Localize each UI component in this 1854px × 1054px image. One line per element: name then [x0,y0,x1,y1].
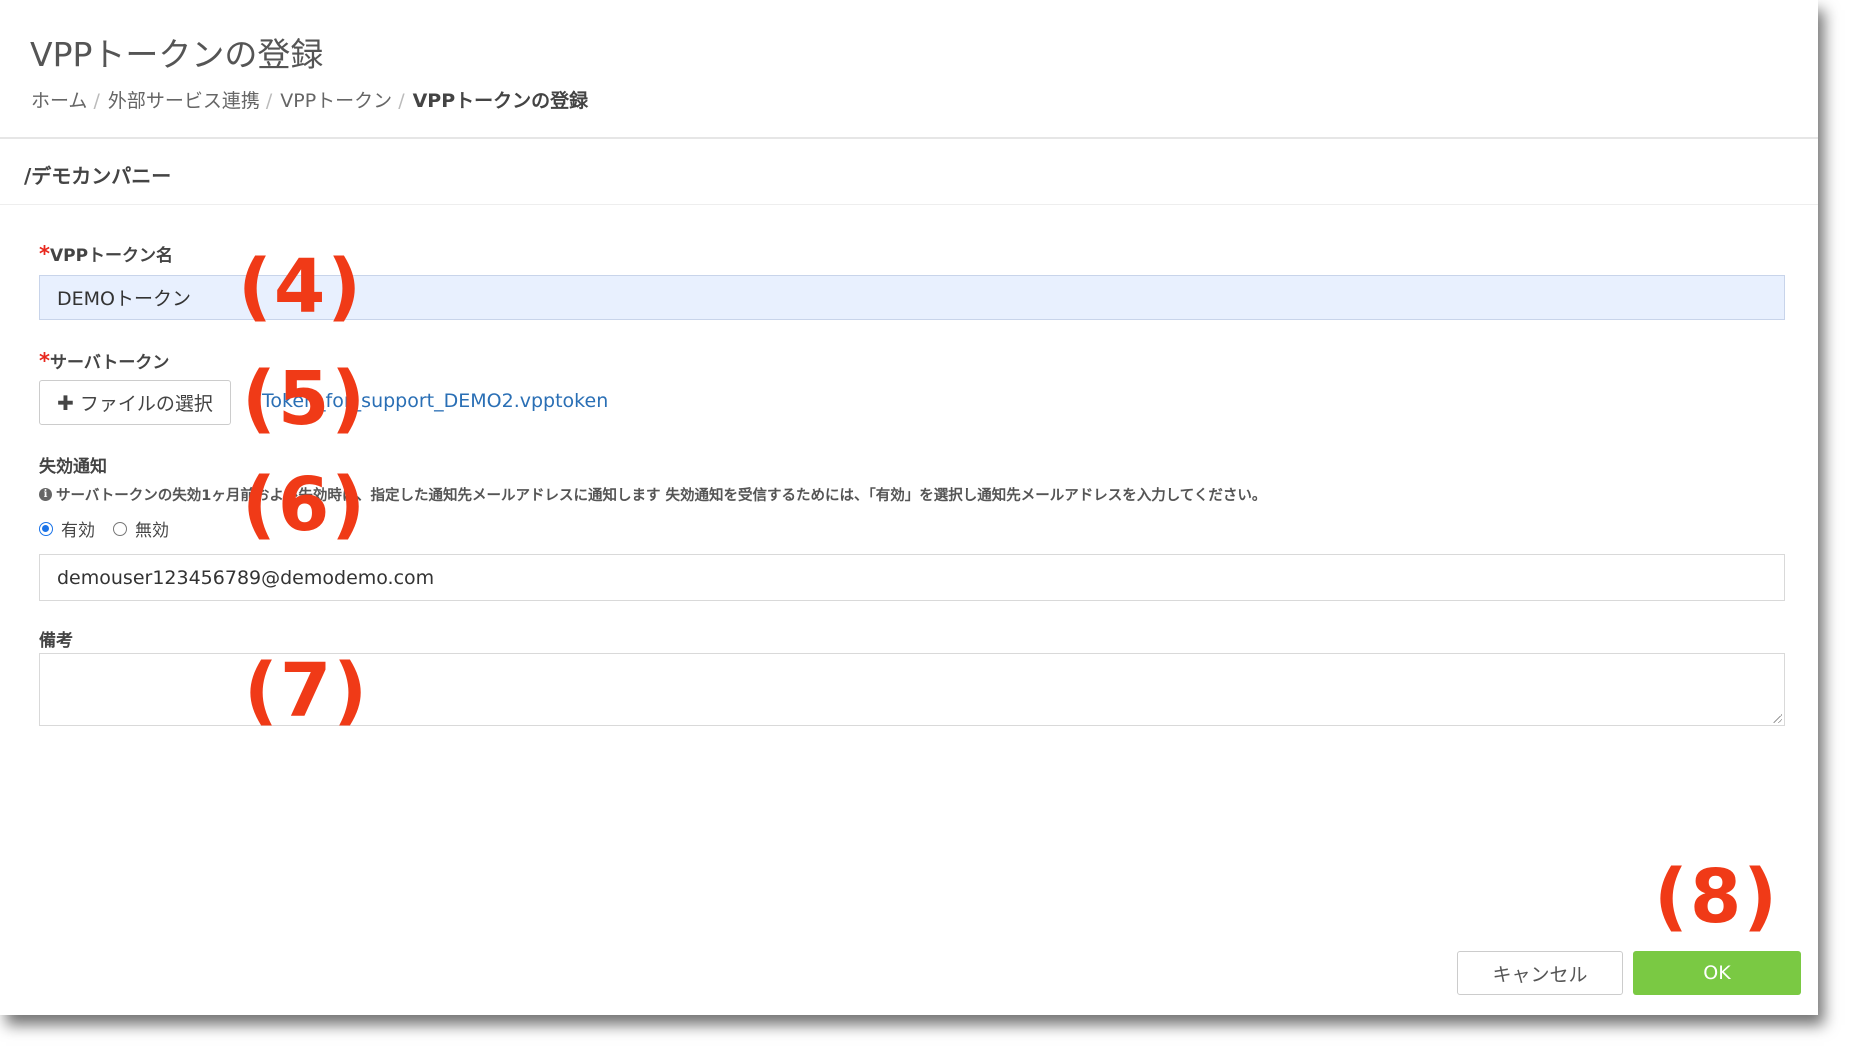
step-annotation-6: (6) [242,462,368,548]
expiry-notice-help-text: サーバトークンの失効1ヶ月前および失効時に、指定した通知先メールアドレスに通知し… [56,488,1267,504]
page-title: VPPトークンの登録 [30,35,324,74]
info-icon: i [39,488,52,501]
token-name-label-text: VPPトークン名 [49,246,174,266]
step-annotation-4: (4) [238,244,364,330]
required-mark: * [39,242,50,266]
organization-path: /デモカンパニー [24,164,172,188]
breadcrumb: ホーム / 外部サービス連携 / VPPトークン / VPPトークンの登録 [31,86,588,113]
choose-file-button[interactable]: ✚ ファイルの選択 [39,380,231,425]
breadcrumb-item-current: VPPトークンの登録 [412,90,589,112]
server-token-label-text: サーバトークン [49,353,170,373]
step-annotation-7: (7) [244,648,370,734]
step-annotation-8: (8) [1654,854,1780,940]
breadcrumb-item-vpp-token[interactable]: VPPトークン [280,90,392,112]
choose-file-button-label: ファイルの選択 [79,393,213,415]
resize-handle-icon[interactable] [1772,713,1782,723]
breadcrumb-item-external-services[interactable]: 外部サービス連携 [108,90,260,112]
expiry-notice-radio-group: 有効 無効 [39,516,187,541]
notification-email-input[interactable]: demouser123456789@demodemo.com [39,554,1785,601]
remarks-label: 備考 [39,631,73,651]
radio-disabled[interactable] [113,521,127,536]
radio-disabled-label[interactable]: 無効 [135,516,169,541]
cancel-button[interactable]: キャンセル [1457,951,1623,995]
header-divider [0,137,1818,139]
breadcrumb-separator: / [93,90,100,112]
plus-icon: ✚ [57,390,74,415]
breadcrumb-separator: / [398,90,405,112]
radio-enabled-label[interactable]: 有効 [61,516,95,541]
breadcrumb-separator: / [265,90,273,112]
app-window: VPPトークンの登録 ホーム / 外部サービス連携 / VPPトークン / VPPトークンの… [0,0,1818,1015]
radio-enabled[interactable] [39,521,53,536]
section-divider [0,204,1818,205]
ok-button[interactable]: OK [1633,951,1801,995]
expiry-notice-label: 失効通知 [39,457,107,477]
step-annotation-5: (5) [242,356,368,442]
required-mark: * [39,349,50,373]
expiry-notice-help: i サーバトークンの失効1ヶ月前および失効時に、指定した通知先メールアドレスに通… [39,484,1266,505]
breadcrumb-item-home[interactable]: ホーム [31,90,87,112]
server-token-label: *サーバトークン [39,348,169,373]
token-name-label: *VPPトークン名 [39,241,173,266]
